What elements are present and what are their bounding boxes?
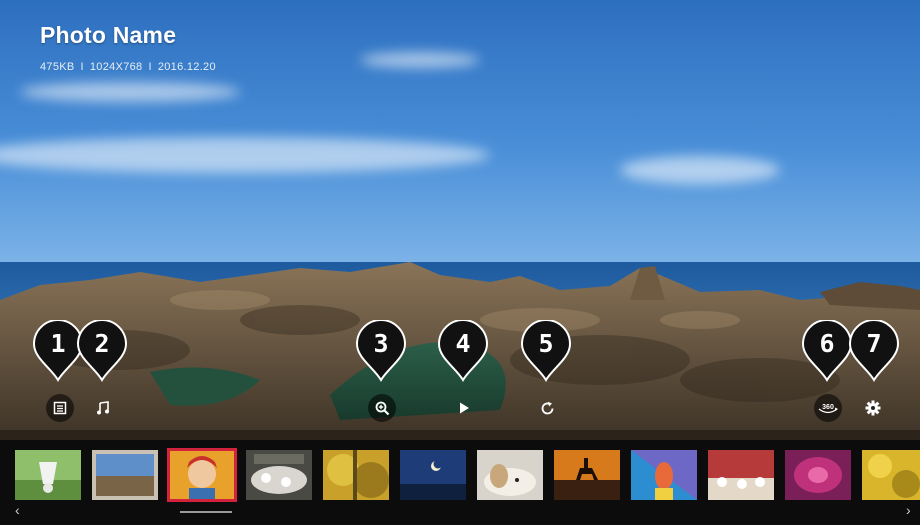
scroll-indicator xyxy=(180,511,232,513)
callout-1: 1 xyxy=(32,319,84,382)
zoom-button[interactable] xyxy=(368,394,396,422)
thumbnail-moon-night-sky[interactable] xyxy=(400,450,466,500)
file-size: 475KB xyxy=(40,61,75,73)
callout-2: 2 xyxy=(76,319,128,382)
callout-6: 6 xyxy=(801,319,853,382)
thumbnail-coastal-rocks[interactable] xyxy=(92,450,158,500)
callout-number: 7 xyxy=(866,329,882,358)
scroll-left-button[interactable]: ‹ xyxy=(15,502,20,518)
music-button[interactable] xyxy=(89,394,117,422)
thumbnail-child-portrait[interactable] xyxy=(167,448,237,502)
thumbnail-dining-table[interactable] xyxy=(246,450,312,500)
meta-separator: I xyxy=(148,61,152,73)
callout-3: 3 xyxy=(355,319,407,382)
photo-list-button[interactable] xyxy=(46,394,74,422)
callout-number: 4 xyxy=(455,329,471,358)
callout-number: 2 xyxy=(94,329,110,358)
thumbnail-pink-abstract[interactable] xyxy=(785,450,851,500)
play-icon xyxy=(460,402,469,414)
date-taken: 2016.12.20 xyxy=(157,61,216,73)
chevron-right-icon: › xyxy=(906,502,911,518)
thumbnail-yellow-leaves[interactable] xyxy=(862,450,920,500)
gear-icon xyxy=(865,400,881,416)
thumbnail-badminton-shuttlecock[interactable] xyxy=(15,450,81,500)
svg-text:360: 360 xyxy=(822,404,834,411)
photo-info: Photo Name 475KB I 1024X768 I 2016.12.20 xyxy=(40,22,216,73)
photo-viewer: Photo Name 475KB I 1024X768 I 2016.12.20 1 2… xyxy=(0,0,920,525)
photo-meta: 475KB I 1024X768 I 2016.12.20 xyxy=(40,61,216,73)
thumbnail-horse-rider-sunset[interactable] xyxy=(554,450,620,500)
slideshow-play-button[interactable] xyxy=(450,394,478,422)
callout-number: 5 xyxy=(538,329,554,358)
rotate-icon xyxy=(541,401,553,414)
callout-5: 5 xyxy=(520,319,572,382)
callout-7: 7 xyxy=(848,319,900,382)
photo-title: Photo Name xyxy=(40,22,177,48)
rotate-button[interactable] xyxy=(533,394,561,422)
settings-button[interactable] xyxy=(859,394,887,422)
chevron-left-icon: ‹ xyxy=(15,502,20,518)
resolution: 1024X768 xyxy=(89,61,143,73)
thumbnail-colorful-portrait[interactable] xyxy=(631,450,697,500)
scroll-right-button[interactable]: › xyxy=(906,502,911,518)
360-view-icon: 360 xyxy=(818,404,838,414)
callout-number: 1 xyxy=(50,329,66,358)
thumbnail-strip xyxy=(0,440,920,525)
callout-number: 3 xyxy=(373,329,389,358)
view-360-button[interactable]: 360 xyxy=(814,394,842,422)
meta-separator: I xyxy=(80,61,84,73)
thumbnail-sleeping-dog[interactable] xyxy=(477,450,543,500)
callout-number: 6 xyxy=(819,329,835,358)
thumbnail-golden-foliage[interactable] xyxy=(323,450,389,500)
thumbnail-red-dining-room[interactable] xyxy=(708,450,774,500)
callout-4: 4 xyxy=(437,319,489,382)
zoom-in-icon xyxy=(375,401,389,415)
music-note-icon xyxy=(97,401,109,415)
photo-list-icon xyxy=(53,401,67,415)
